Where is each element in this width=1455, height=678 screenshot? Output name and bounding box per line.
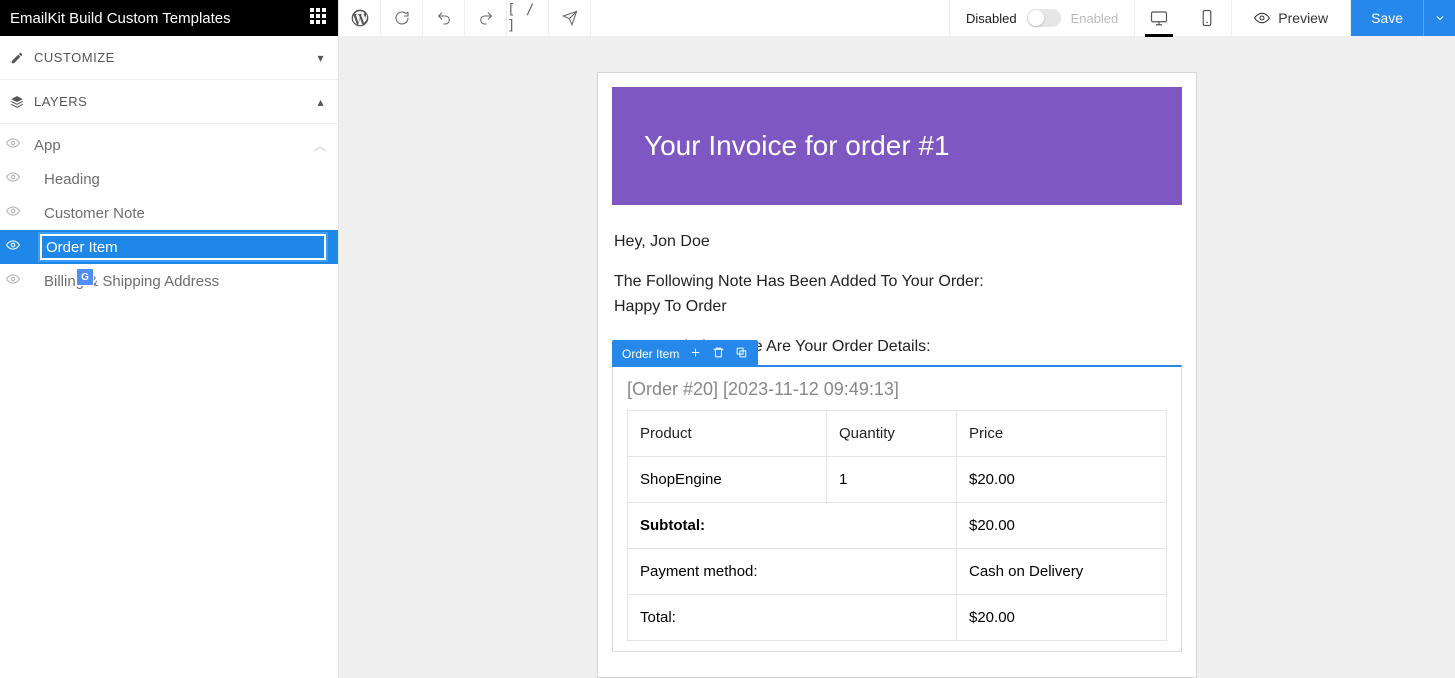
layer-row-heading[interactable]: Heading (0, 162, 338, 196)
widget-toolbar-label: Order Item (622, 347, 679, 361)
wordpress-icon[interactable] (339, 0, 381, 36)
layer-label: App (34, 137, 302, 154)
topbar: [ / ] Disabled Enabled Preview Save (339, 0, 1455, 36)
layer-row-order-item-editing[interactable] (0, 230, 338, 264)
hero-title: Your Invoice for order #1 (644, 130, 950, 162)
cell-product: ShopEngine (628, 457, 827, 503)
layer-row-customer-note[interactable]: Customer Note (0, 196, 338, 230)
widget-toolbar: Order Item (612, 340, 758, 367)
chevron-up-icon: ︿ (314, 137, 326, 154)
cell-label: Total: (628, 595, 957, 641)
apps-grid-icon[interactable] (310, 8, 330, 28)
sidebar-header: EmailKit Build Custom Templates (0, 0, 338, 36)
save-button[interactable]: Save (1351, 0, 1423, 36)
add-icon[interactable] (689, 346, 702, 362)
toggle-enabled-label: Enabled (1071, 11, 1119, 26)
table-row: Payment method: Cash on Delivery (628, 549, 1167, 595)
email-hero[interactable]: Your Invoice for order #1 (612, 87, 1182, 205)
refresh-icon[interactable] (381, 0, 423, 36)
desktop-device-button[interactable] (1135, 0, 1183, 36)
note-intro: The Following Note Has Been Added To You… (614, 273, 984, 290)
layers-panel-header[interactable]: LAYERS ▴ (0, 80, 338, 124)
order-table: Product Quantity Price ShopEngine 1 $20.… (627, 410, 1167, 641)
visibility-icon[interactable] (6, 238, 20, 256)
switch-icon[interactable] (1027, 9, 1061, 27)
layer-row-app[interactable]: App ︿ (0, 128, 338, 162)
app-title: EmailKit Build Custom Templates (10, 10, 231, 27)
cell-quantity: 1 (827, 457, 957, 503)
table-row: ShopEngine 1 $20.00 (628, 457, 1167, 503)
col-product: Product (628, 411, 827, 457)
cell-value: Cash on Delivery (957, 549, 1167, 595)
customize-panel-header[interactable]: CUSTOMIZE ▾ (0, 36, 338, 80)
pencil-icon (10, 51, 24, 65)
customize-label: CUSTOMIZE (34, 50, 115, 65)
layers-icon (10, 95, 24, 109)
addresses-block[interactable]: Billing Address Shipping Address (598, 672, 1196, 678)
enable-toggle[interactable]: Disabled Enabled (950, 0, 1135, 36)
send-icon[interactable] (549, 0, 591, 36)
visibility-icon[interactable] (6, 170, 20, 188)
cell-price: $20.00 (957, 457, 1167, 503)
main-area: [ / ] Disabled Enabled Preview Save (339, 0, 1455, 678)
layer-tree: App ︿ Heading Customer Note Billi (0, 124, 338, 298)
canvas[interactable]: Your Invoice for order #1 Hey, Jon Doe T… (339, 36, 1455, 678)
preview-label: Preview (1278, 10, 1328, 26)
table-row: Subtotal: $20.00 (628, 503, 1167, 549)
order-item-widget[interactable]: Order Item [Order #20] [2023-11-12 09:49… (612, 365, 1182, 652)
cell-value: $20.00 (957, 503, 1167, 549)
table-header-row: Product Quantity Price (628, 411, 1167, 457)
redo-icon[interactable] (465, 0, 507, 36)
cell-value: $20.00 (957, 595, 1167, 641)
layers-label: LAYERS (34, 94, 87, 109)
table-row: Total: $20.00 (628, 595, 1167, 641)
visibility-icon[interactable] (6, 204, 20, 222)
translate-badge-icon: G (76, 268, 94, 286)
preview-button[interactable]: Preview (1232, 0, 1351, 36)
device-group (1135, 0, 1232, 36)
duplicate-icon[interactable] (735, 346, 748, 362)
mobile-device-button[interactable] (1183, 0, 1231, 36)
cell-label: Subtotal: (628, 503, 957, 549)
note-body: Happy To Order (614, 298, 727, 315)
visibility-icon[interactable] (6, 136, 20, 154)
col-price: Price (957, 411, 1167, 457)
shortcode-icon[interactable]: [ / ] (507, 0, 549, 36)
email-frame[interactable]: Your Invoice for order #1 Hey, Jon Doe T… (597, 72, 1197, 678)
order-meta: [Order #20] [2023-11-12 09:49:13] (613, 379, 1181, 410)
layer-rename-input[interactable] (40, 234, 326, 260)
greeting-text: Hey, Jon Doe (614, 229, 1180, 255)
chevron-down-icon: ▾ (317, 51, 324, 65)
toggle-disabled-label: Disabled (966, 11, 1017, 26)
save-label: Save (1371, 10, 1403, 26)
cell-label: Payment method: (628, 549, 957, 595)
layer-label: Heading (44, 171, 326, 188)
sidebar: EmailKit Build Custom Templates CUSTOMIZ… (0, 0, 339, 678)
visibility-icon[interactable] (6, 272, 20, 290)
save-more-button[interactable] (1423, 0, 1455, 36)
chevron-up-icon: ▴ (317, 95, 324, 109)
trash-icon[interactable] (712, 346, 725, 362)
layer-row-billing-shipping[interactable]: Billing & Shipping Address (0, 264, 338, 298)
col-quantity: Quantity (827, 411, 957, 457)
undo-icon[interactable] (423, 0, 465, 36)
layer-label: Customer Note (44, 205, 326, 222)
